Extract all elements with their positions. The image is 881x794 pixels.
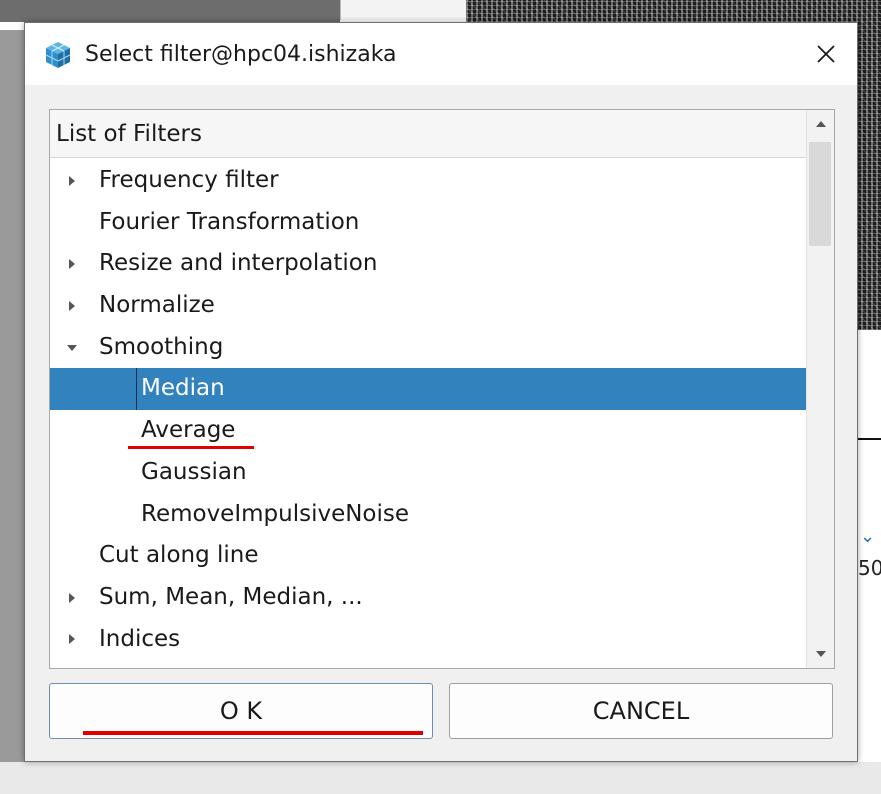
chevron-down-icon: ⌄ xyxy=(860,526,876,547)
background-bottom xyxy=(0,762,881,794)
caret-down-icon[interactable] xyxy=(62,327,82,369)
close-icon xyxy=(817,45,835,63)
caret-right-icon[interactable] xyxy=(62,243,82,285)
tree-item-label: Cut along line xyxy=(99,542,259,569)
tree-item[interactable]: Indices xyxy=(50,619,806,661)
title-bar: Select filter@hpc04.ishizaka xyxy=(25,23,857,85)
tree-item[interactable]: Cut along line xyxy=(50,535,806,577)
vertical-scrollbar[interactable] xyxy=(806,110,834,668)
caret-right-icon[interactable] xyxy=(62,577,82,619)
scroll-up-button[interactable] xyxy=(807,110,834,138)
tree-item-label: Fourier Transformation xyxy=(99,208,360,235)
select-filter-dialog: Select filter@hpc04.ishizaka List of Fil… xyxy=(24,22,858,762)
close-button[interactable] xyxy=(795,23,857,85)
tree-item-label: Smoothing xyxy=(99,333,224,360)
tree-item[interactable]: Median xyxy=(50,368,806,411)
tree-item-label: Sum, Mean, Median, ... xyxy=(99,583,363,610)
tree-item[interactable]: Resize and interpolation xyxy=(50,243,806,285)
tree-item-label: Indices xyxy=(99,625,181,652)
tree-item[interactable]: Smoothing xyxy=(50,327,806,369)
tree-item-label: Normalize xyxy=(99,292,215,319)
caret-right-icon[interactable] xyxy=(62,285,82,327)
tree-item[interactable]: Sum, Mean, Median, ... xyxy=(50,577,806,619)
background-text-fragment: 50 xyxy=(858,556,881,580)
tree-item[interactable]: Frequency filter xyxy=(50,160,806,202)
tree-item[interactable]: Gaussian xyxy=(50,452,806,494)
scroll-down-arrow-icon xyxy=(816,651,826,657)
cancel-button[interactable]: CANCEL xyxy=(449,683,833,739)
background-divider xyxy=(858,438,881,440)
tree-item[interactable]: Normalize xyxy=(50,285,806,327)
filter-tree[interactable]: List of Filters Frequency filter Fourier … xyxy=(49,109,835,669)
dialog-title: Select filter@hpc04.ishizaka xyxy=(85,42,397,67)
tree-rows: Frequency filter Fourier Transformation Re… xyxy=(50,160,806,660)
tree-item-label: RemoveImpulsiveNoise xyxy=(141,500,410,527)
tree-item-label: Frequency filter xyxy=(99,167,279,193)
tree-item[interactable]: Fourier Transformation xyxy=(50,202,806,244)
annotation-underline xyxy=(128,446,254,449)
caret-right-icon[interactable] xyxy=(62,160,82,202)
tree-item[interactable]: RemoveImpulsiveNoise xyxy=(50,494,806,536)
tree-item-label: Resize and interpolation xyxy=(99,250,378,277)
cube-icon xyxy=(45,42,71,68)
tree-item-label: Gaussian xyxy=(141,458,247,485)
caret-right-icon[interactable] xyxy=(62,619,82,661)
background-panel xyxy=(0,0,340,22)
tree-item-label: Median xyxy=(136,368,225,411)
scroll-down-button[interactable] xyxy=(807,640,834,668)
tree-header[interactable]: List of Filters xyxy=(50,110,806,158)
background-toolbar xyxy=(340,0,471,20)
annotation-underline xyxy=(83,731,423,735)
scrollbar-thumb[interactable] xyxy=(809,142,831,246)
scroll-up-arrow-icon xyxy=(816,121,826,127)
